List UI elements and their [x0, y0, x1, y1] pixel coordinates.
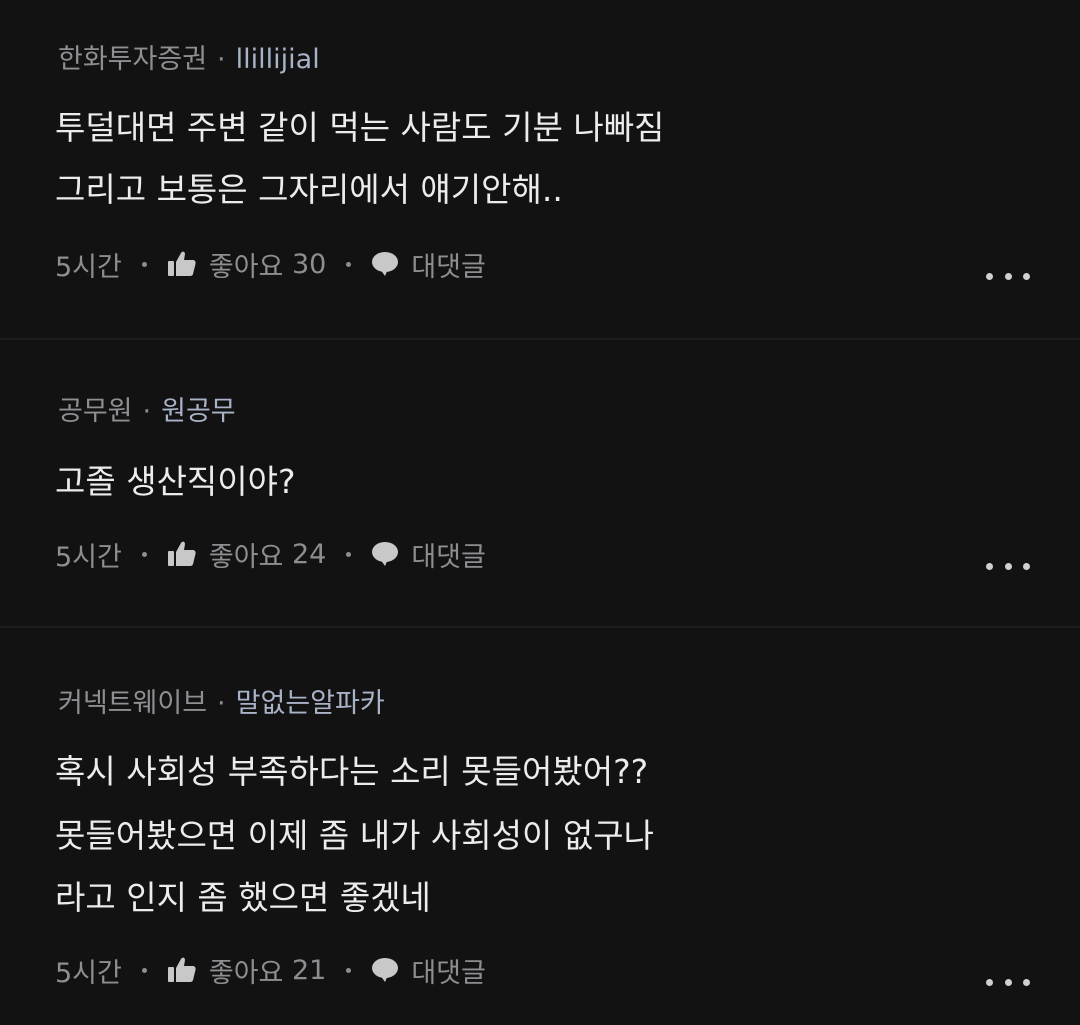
reply-button[interactable]: 대댓글 — [371, 535, 486, 574]
like-button[interactable]: 좋아요 21 — [167, 951, 326, 990]
speech-bubble-icon — [372, 958, 399, 982]
more-dot — [1023, 978, 1030, 986]
more-dot — [1004, 272, 1012, 280]
author-company: 공무원 — [58, 396, 133, 427]
thumbs-up-icon — [167, 957, 196, 982]
comment-author: 공무원 · 원공무 — [58, 394, 236, 430]
author-nickname[interactable]: llillijial — [236, 44, 320, 75]
more-options-button[interactable] — [986, 970, 1030, 994]
footer-separator-dot — [346, 551, 352, 557]
comment-author: 커넥트웨이브 · 말없는알파카 — [58, 686, 385, 722]
footer-separator-dot — [141, 551, 147, 557]
like-label: 좋아요 — [208, 957, 284, 989]
like-label: 좋아요 — [208, 251, 284, 283]
comment-time: 5시간 — [55, 541, 122, 573]
speech-bubble-icon — [372, 542, 399, 566]
comment-item: 한화투자증권 · llillijial 투덜대면 주변 같이 먹는 사람도 기분 나… — [0, 0, 1080, 338]
comment-footer: 5시간 좋아요 24 대댓글 — [55, 534, 486, 574]
comment-feed: 한화투자증권 · llillijial 투덜대면 주변 같이 먹는 사람도 기분 나… — [0, 0, 1080, 1025]
footer-separator-dot — [141, 261, 147, 267]
author-separator: · — [217, 688, 226, 719]
reply-label: 대댓글 — [411, 251, 486, 283]
comment-text-line: 고졸 생산직이야? — [55, 462, 296, 501]
comment-time: 5시간 — [55, 957, 122, 989]
comment-text-line: 투덜대면 주변 같이 먹는 사람도 기분 나빠짐 — [55, 108, 665, 147]
like-button[interactable]: 좋아요 24 — [167, 535, 326, 574]
author-company: 한화투자증권 — [58, 44, 208, 75]
like-label: 좋아요 — [208, 541, 284, 573]
comment-footer: 5시간 좋아요 30 대댓글 — [55, 244, 486, 284]
like-count: 30 — [291, 248, 327, 280]
reply-button[interactable]: 대댓글 — [371, 951, 486, 990]
more-options-button[interactable] — [986, 264, 1030, 288]
reply-button[interactable]: 대댓글 — [371, 245, 486, 284]
more-dot — [1004, 562, 1012, 570]
thumbs-up-icon — [167, 541, 196, 566]
speech-bubble-icon — [372, 252, 399, 276]
comment-text-line: 그리고 보통은 그자리에서 얘기안해.. — [55, 170, 563, 209]
more-options-button[interactable] — [986, 554, 1030, 578]
comment-text-line: 혹시 사회성 부족하다는 소리 못들어봤어?? — [55, 752, 649, 791]
more-dots-icon — [986, 272, 993, 280]
comment-time: 5시간 — [55, 251, 122, 283]
footer-separator-dot — [346, 261, 352, 267]
comment-text-line: 라고 인지 좀 했으면 좋겠네 — [55, 878, 431, 917]
comment-item: 커넥트웨이브 · 말없는알파카 혹시 사회성 부족하다는 소리 못들어봤어?? 못들… — [0, 628, 1080, 1025]
more-dot — [1023, 272, 1030, 280]
footer-separator-dot — [141, 967, 147, 973]
more-dots-icon — [986, 562, 993, 570]
comment-footer: 5시간 좋아요 21 대댓글 — [55, 950, 486, 990]
like-count: 21 — [291, 954, 327, 986]
like-button[interactable]: 좋아요 30 — [167, 245, 326, 284]
like-count: 24 — [291, 538, 327, 570]
comment-text-line: 못들어봤으면 이제 좀 내가 사회성이 없구나 — [55, 816, 654, 855]
more-dot — [1023, 562, 1030, 570]
comment-item: 공무원 · 원공무 고졸 생산직이야? 5시간 좋아요 24 대댓글 — [0, 340, 1080, 626]
more-dot — [1004, 978, 1012, 986]
comment-author: 한화투자증권 · llillijial — [58, 42, 320, 78]
footer-separator-dot — [346, 967, 352, 973]
reply-label: 대댓글 — [411, 957, 486, 989]
more-dots-icon — [986, 978, 993, 986]
author-separator: · — [142, 396, 152, 427]
author-separator: · — [217, 44, 226, 75]
author-nickname[interactable]: 말없는알파카 — [236, 688, 385, 719]
reply-label: 대댓글 — [411, 541, 486, 573]
author-nickname[interactable]: 원공무 — [161, 396, 236, 427]
author-company: 커넥트웨이브 — [58, 688, 208, 719]
thumbs-up-icon — [167, 251, 196, 276]
